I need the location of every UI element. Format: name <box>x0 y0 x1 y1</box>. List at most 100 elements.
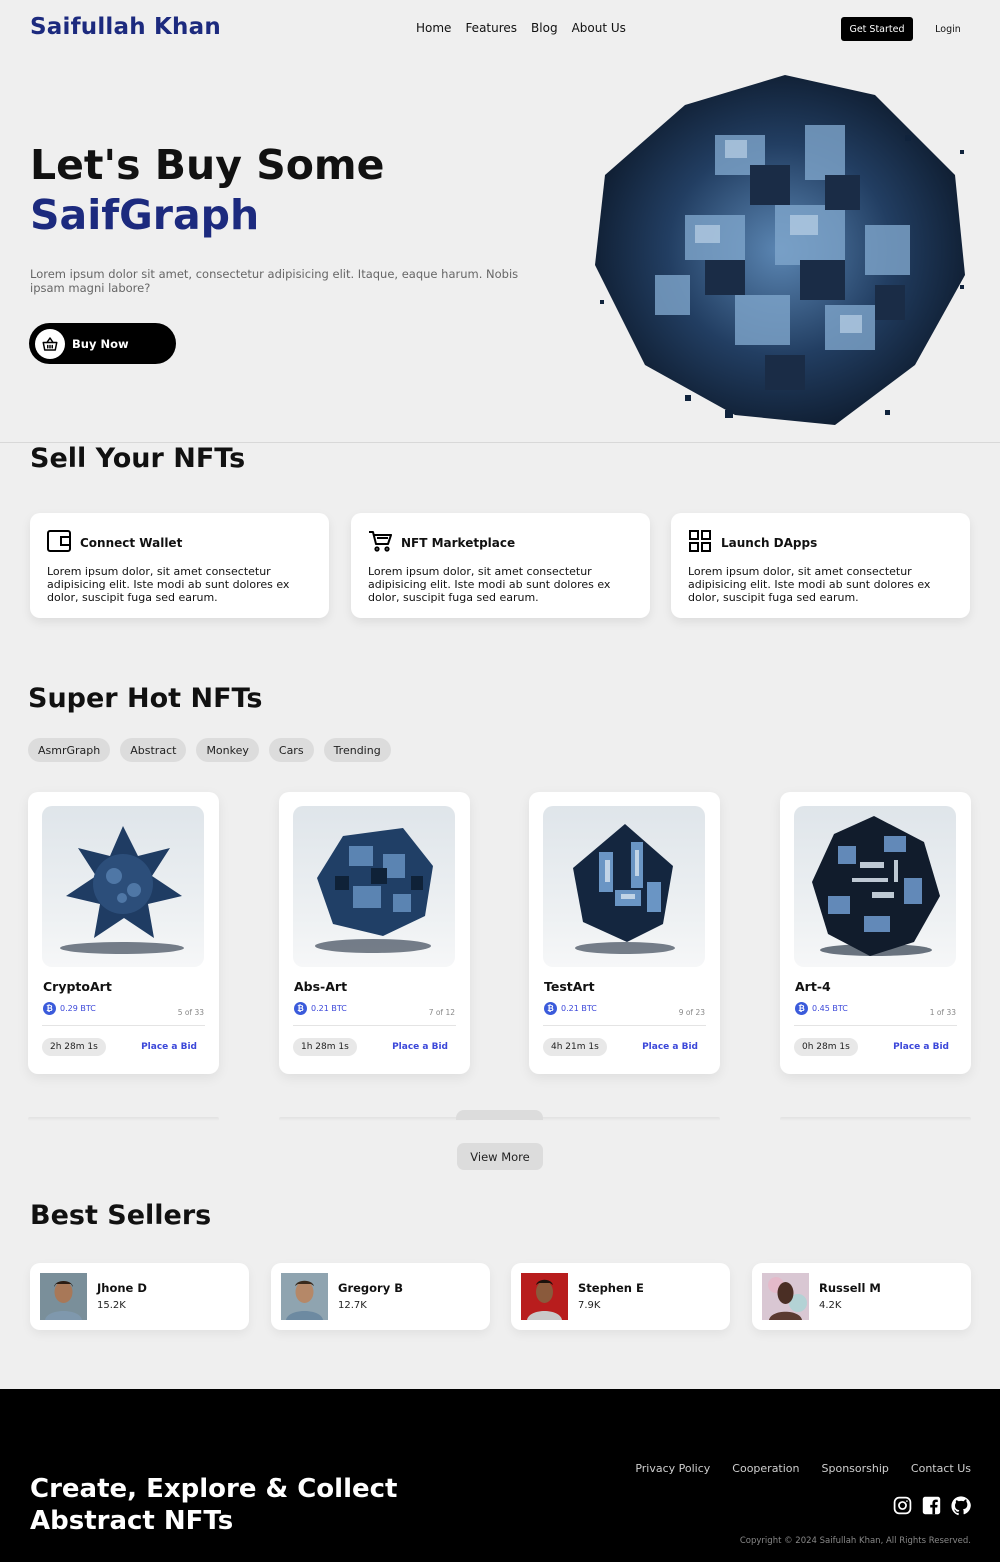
filter-chip-asmrgraph[interactable]: AsmrGraph <box>28 738 111 762</box>
seller-volume: 15.2K <box>97 1300 126 1311</box>
filter-chip-trending[interactable]: Trending <box>323 738 391 762</box>
nft-price: ₿ 0.45 BTC <box>795 1002 848 1015</box>
bitcoin-icon: ₿ <box>43 1002 56 1015</box>
seller-card[interactable]: Gregory B 12.7K <box>271 1263 490 1330</box>
nft-price-value: 0.21 BTC <box>311 1004 347 1013</box>
bitcoin-icon: ₿ <box>544 1002 557 1015</box>
footer-title-line2: Abstract NFTs <box>30 1506 234 1536</box>
footer-links: Privacy Policy Cooperation Sponsorship C… <box>635 1462 971 1475</box>
wallet-icon <box>47 530 71 556</box>
seller-card[interactable]: Russell M 4.2K <box>752 1263 971 1330</box>
feature-card-text: Lorem ipsum dolor, sit amet consectetur … <box>368 565 611 605</box>
seller-name: Gregory B <box>338 1281 403 1295</box>
feature-card-connect-wallet[interactable]: Connect Wallet Lorem ipsum dolor, sit am… <box>30 513 329 618</box>
brand-logo[interactable]: Saifullah Khan <box>30 14 221 40</box>
seller-name: Russell M <box>819 1281 881 1295</box>
nft-image <box>543 806 705 967</box>
filter-chip-monkey[interactable]: Monkey <box>196 738 259 762</box>
nft-image <box>794 806 956 967</box>
place-bid-button[interactable]: Place a Bid <box>141 1042 197 1052</box>
nft-price: ₿ 0.21 BTC <box>544 1002 597 1015</box>
footer-title: Create, Explore & Collect Abstract NFTs <box>30 1473 397 1537</box>
nft-card[interactable]: Art-4 ₿ 0.45 BTC 1 of 33 0h 28m 1s Place … <box>780 792 971 1074</box>
feature-card-nft-marketplace[interactable]: NFT Marketplace Lorem ipsum dolor, sit a… <box>351 513 650 618</box>
github-icon[interactable] <box>951 1496 971 1520</box>
nav-link-home[interactable]: Home <box>416 21 451 35</box>
seller-card[interactable]: Stephen E 7.9K <box>511 1263 730 1330</box>
avatar <box>281 1273 328 1320</box>
card-row-shadow <box>28 1117 219 1121</box>
buy-now-button[interactable]: Buy Now <box>29 323 176 364</box>
nft-card[interactable]: Abs-Art ₿ 0.21 BTC 7 of 12 1h 28m 1s Plac… <box>279 792 470 1074</box>
card-divider <box>543 1025 706 1026</box>
footer: Create, Explore & Collect Abstract NFTs … <box>0 1389 1000 1562</box>
seller-card[interactable]: Jhone D 15.2K <box>30 1263 249 1330</box>
get-started-button[interactable]: Get Started <box>841 17 913 41</box>
top-nav: Saifullah Khan Home Features Blog About … <box>0 0 1000 58</box>
nft-card[interactable]: TestArt ₿ 0.21 BTC 9 of 23 4h 21m 1s Plac… <box>529 792 720 1074</box>
hero-title-line1: Let's Buy Some <box>30 141 385 189</box>
collapsed-row-tab <box>456 1110 543 1120</box>
nav-link-features[interactable]: Features <box>465 21 517 35</box>
feature-card-text: Lorem ipsum dolor, sit amet consectetur … <box>688 565 931 605</box>
footer-link-sponsorship[interactable]: Sponsorship <box>822 1462 889 1475</box>
card-row-shadow <box>780 1117 971 1121</box>
footer-link-privacy-policy[interactable]: Privacy Policy <box>635 1462 710 1475</box>
nav-link-about-us[interactable]: About Us <box>572 21 626 35</box>
nft-edition-count: 7 of 12 <box>428 1008 455 1017</box>
nft-edition-count: 5 of 33 <box>177 1008 204 1017</box>
seller-volume: 12.7K <box>338 1300 367 1311</box>
nft-time-left: 0h 28m 1s <box>794 1038 858 1056</box>
nav-link-blog[interactable]: Blog <box>531 21 558 35</box>
nft-time-left: 4h 21m 1s <box>543 1038 607 1056</box>
bitcoin-icon: ₿ <box>795 1002 808 1015</box>
feature-card-launch-dapps[interactable]: Launch DApps Lorem ipsum dolor, sit amet… <box>671 513 970 618</box>
nft-image <box>293 806 455 967</box>
filter-chip-cars[interactable]: Cars <box>268 738 314 762</box>
cart-icon <box>368 530 392 556</box>
nft-time-left: 2h 28m 1s <box>42 1038 106 1056</box>
seller-name: Stephen E <box>578 1281 644 1295</box>
nft-price-value: 0.45 BTC <box>812 1004 848 1013</box>
card-divider <box>794 1025 957 1026</box>
hero-description: Lorem ipsum dolor sit amet, consectetur … <box>30 267 519 295</box>
filter-chip-abstract[interactable]: Abstract <box>120 738 187 762</box>
basket-icon <box>35 328 65 359</box>
nft-name: Art-4 <box>795 979 831 994</box>
facebook-icon[interactable] <box>922 1496 941 1520</box>
hot-section-title: Super Hot NFTs <box>28 683 263 714</box>
social-icons <box>893 1496 971 1520</box>
nft-name: CryptoArt <box>43 979 112 994</box>
filter-chips: AsmrGraph Abstract Monkey Cars Trending <box>28 738 391 762</box>
seller-volume: 7.9K <box>578 1300 601 1311</box>
copyright: Copyright © 2024 Saifullah Khan, All Rig… <box>739 1536 971 1546</box>
bitcoin-icon: ₿ <box>294 1002 307 1015</box>
seller-volume: 4.2K <box>819 1300 842 1311</box>
hero-title-accent: SaifGraph <box>30 191 260 239</box>
nft-price: ₿ 0.29 BTC <box>43 1002 96 1015</box>
nft-card[interactable]: CryptoArt ₿ 0.29 BTC 5 of 33 2h 28m 1s Pl… <box>28 792 219 1074</box>
view-more-button[interactable]: View More <box>457 1143 543 1170</box>
nft-price: ₿ 0.21 BTC <box>294 1002 347 1015</box>
login-button[interactable]: Login <box>924 17 972 41</box>
avatar <box>762 1273 809 1320</box>
footer-link-cooperation[interactable]: Cooperation <box>732 1462 799 1475</box>
card-divider <box>42 1025 205 1026</box>
place-bid-button[interactable]: Place a Bid <box>642 1042 698 1052</box>
feature-card-title: NFT Marketplace <box>401 536 516 550</box>
footer-title-line1: Create, Explore & Collect <box>30 1474 398 1504</box>
footer-link-contact-us[interactable]: Contact Us <box>911 1462 971 1475</box>
instagram-icon[interactable] <box>893 1496 912 1520</box>
sell-section-title: Sell Your NFTs <box>30 443 246 474</box>
nft-price-value: 0.21 BTC <box>561 1004 597 1013</box>
avatar <box>40 1273 87 1320</box>
nft-name: TestArt <box>544 979 595 994</box>
place-bid-button[interactable]: Place a Bid <box>893 1042 949 1052</box>
feature-card-title: Connect Wallet <box>80 536 183 550</box>
sellers-section-title: Best Sellers <box>30 1200 212 1231</box>
nft-price-value: 0.29 BTC <box>60 1004 96 1013</box>
place-bid-button[interactable]: Place a Bid <box>392 1042 448 1052</box>
card-row-shadow <box>279 1117 470 1121</box>
avatar <box>521 1273 568 1320</box>
feature-card-title: Launch DApps <box>721 536 818 550</box>
